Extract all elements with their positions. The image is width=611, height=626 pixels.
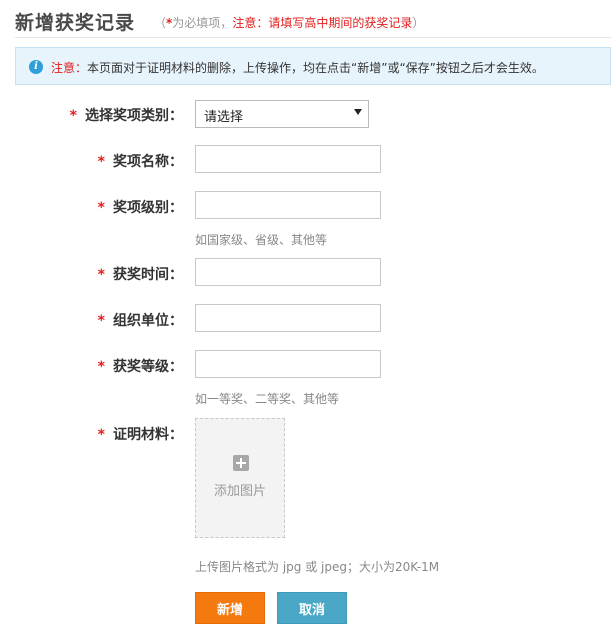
required-mark: * <box>97 359 105 375</box>
plus-icon <box>233 455 249 471</box>
award-level-help: 如国家级、省级、其他等 <box>195 233 328 247</box>
cancel-button[interactable]: 取消 <box>277 592 347 624</box>
add-image-upload[interactable]: 添加图片 <box>195 418 285 538</box>
award-grade-label: * 获奖等级： <box>97 359 183 375</box>
award-level-input[interactable] <box>195 191 381 219</box>
add-image-label: 添加图片 <box>213 484 266 499</box>
page-header: 新增获奖记录 （*为必填项，注意：请填写高中期间的获奖记录） <box>15 6 611 38</box>
award-level-label: * 奖项级别： <box>97 200 183 216</box>
award-grade-help: 如一等奖、二等奖、其他等 <box>195 392 340 406</box>
required-mark: * <box>97 313 105 329</box>
header-divider <box>15 37 611 38</box>
required-mark: * <box>69 108 77 124</box>
notice-text: 注意：请填写高中期间的获奖记录 <box>232 16 413 30</box>
organizer-label: * 组织单位： <box>97 313 183 329</box>
page-title: 新增获奖记录 <box>15 12 136 34</box>
award-grade-input[interactable] <box>195 350 381 378</box>
proof-help: 上传图片格式为 jpg 或 jpeg；大小为20K-1M <box>195 560 440 574</box>
required-mark: * <box>97 267 105 283</box>
award-category-label: * 选择奖项类别： <box>69 108 183 124</box>
award-category-selected: 请选择 <box>204 110 244 125</box>
info-message: 本页面对于证明材料的删除，上传操作，均在点击“新增”或“保存”按钮之后才会生效。 <box>87 61 544 75</box>
award-time-label: * 获奖时间： <box>97 267 183 283</box>
info-lead: 注意： <box>51 61 88 75</box>
proof-label: * 证明材料： <box>97 427 183 443</box>
dropdown-arrow-icon <box>354 109 362 115</box>
required-text: 为必填项， <box>172 16 233 30</box>
award-time-input[interactable] <box>195 258 381 286</box>
organizer-input[interactable] <box>195 304 381 332</box>
info-banner: i 注意：本页面对于证明材料的删除，上传操作，均在点击“新增”或“保存”按钮之后… <box>15 47 611 85</box>
hint-open: （ <box>154 16 167 30</box>
info-icon: i <box>29 60 43 74</box>
hint-close: ） <box>412 16 425 30</box>
required-mark: * <box>97 154 105 170</box>
award-name-input[interactable] <box>195 145 381 173</box>
award-name-label: * 奖项名称： <box>97 154 183 170</box>
info-text: 注意：本页面对于证明材料的删除，上传操作，均在点击“新增”或“保存”按钮之后才会… <box>51 59 544 76</box>
required-mark: * <box>97 427 105 443</box>
required-hint: （*为必填项，注意：请填写高中期间的获奖记录） <box>154 14 424 31</box>
add-button[interactable]: 新增 <box>195 592 265 624</box>
award-category-select[interactable]: 请选择 <box>195 100 369 128</box>
required-mark: * <box>97 200 105 216</box>
